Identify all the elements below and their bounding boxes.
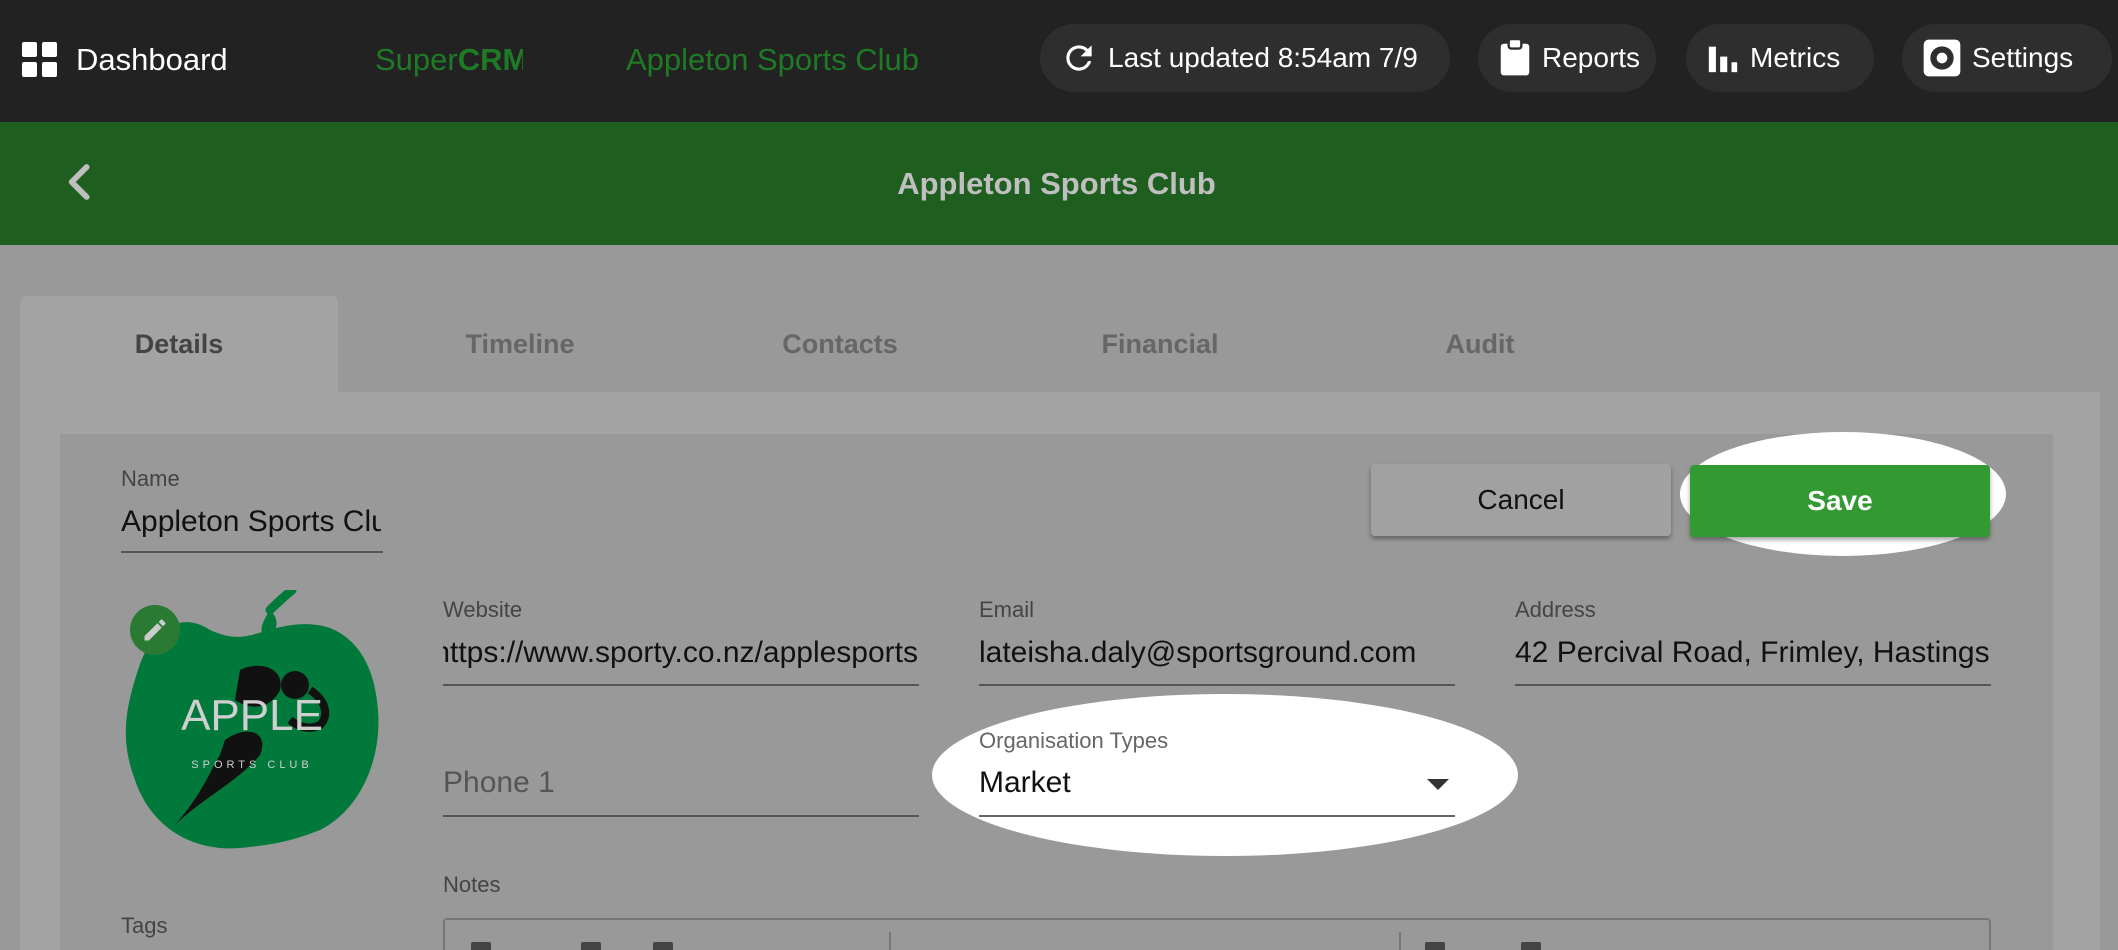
reports-label: Reports [1542,42,1641,73]
pencil-icon [144,619,166,641]
image-icon[interactable] [1521,942,1541,950]
tab-audit[interactable]: Audit [1320,296,1640,392]
phone-input[interactable]: Phone 1 [443,766,918,800]
last-updated-text: Last updated 8:54am 7/9 [1108,42,1418,73]
logo-subtitle: SPORTS CLUB [191,759,312,771]
dropdown-arrow-icon[interactable] [1427,779,1449,790]
refresh-icon [1066,45,1092,71]
logo-title: APPLE [181,691,323,740]
org-types-underline [979,815,1455,817]
list-icon[interactable] [471,942,491,950]
name-label: Name [121,466,180,491]
email-underline [979,684,1455,686]
metrics-button[interactable]: Metrics [1686,24,1874,92]
dashboard-link[interactable]: Dashboard [22,40,228,80]
org-types-select[interactable]: Market [979,766,1399,800]
metrics-label: Metrics [1750,42,1841,73]
gear-icon [1923,39,1961,77]
edit-logo-button[interactable] [130,605,180,655]
phone-underline [443,815,919,817]
org-types-label: Organisation Types [979,728,1169,753]
reports-button[interactable]: Reports [1478,24,1656,92]
brand-logo[interactable]: SuperCRM [375,40,523,80]
page-header: Appleton Sports Club [0,122,2118,245]
tab-details[interactable]: Details [20,296,338,392]
bar-chart-icon [1708,46,1738,73]
bold-icon[interactable] [581,942,601,950]
tab-financial[interactable]: Financial [1000,296,1320,392]
website-underline [443,684,919,686]
cancel-button[interactable]: Cancel [1371,464,1671,536]
dashboard-label: Dashboard [76,42,228,77]
org-title: Appleton Sports Club [626,42,919,77]
tab-timeline[interactable]: Timeline [360,296,680,392]
email-label: Email [979,597,1035,622]
save-button[interactable]: Save [1690,465,1990,537]
notes-label: Notes [443,872,501,897]
tags-label: Tags [121,913,168,938]
clipboard-icon [1500,39,1530,76]
website-label: Website [443,597,523,622]
tab-contacts[interactable]: Contacts [680,296,1000,392]
settings-label: Settings [1972,42,2074,73]
website-input[interactable]: https://www.sporty.co.nz/applesports [443,636,918,670]
name-input[interactable]: Appleton Sports Club [121,505,381,539]
page-title: Appleton Sports Club [897,166,1216,201]
refresh-button[interactable]: Last updated 8:54am 7/9 [1040,24,1450,92]
italic-icon[interactable] [653,942,673,950]
settings-button[interactable]: Settings [1902,24,2112,92]
address-label: Address [1515,597,1596,622]
notes-editor-toolbar[interactable] [443,918,1991,950]
top-bar: Dashboard SuperCRM Appleton Sports Club … [0,0,2118,122]
email-input[interactable]: lateisha.daly@sportsground.com [979,636,1455,670]
address-underline [1515,684,1991,686]
tab-bar: Details Timeline Contacts Financial Audi… [20,296,2118,392]
name-underline [121,551,383,553]
dashboard-grid-icon [22,42,58,78]
table-icon[interactable] [1425,942,1445,950]
address-input[interactable]: 42 Percival Road, Frimley, Hastings [1515,636,1991,670]
